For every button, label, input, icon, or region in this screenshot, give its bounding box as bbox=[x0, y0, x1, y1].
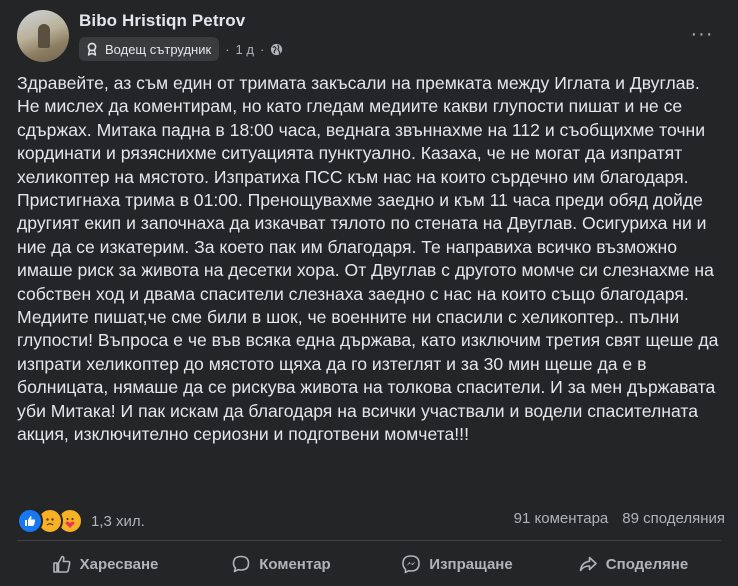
comment-label: Коментар bbox=[259, 555, 331, 573]
meta-separator: · bbox=[225, 41, 230, 57]
more-options-button[interactable]: ··· bbox=[684, 18, 720, 50]
send-label: Изпращане bbox=[429, 555, 513, 573]
share-count[interactable]: 89 споделяния bbox=[622, 510, 725, 527]
post-actions: Харесване Коментар Изпращане Споделяне bbox=[17, 545, 721, 583]
meta-separator-2: · bbox=[259, 41, 265, 57]
like-label: Харесване bbox=[79, 555, 159, 573]
share-label: Споделяне bbox=[605, 555, 689, 573]
comment-icon bbox=[231, 554, 251, 574]
badge-label: Водещ сътрудник bbox=[105, 41, 212, 57]
globe-icon[interactable] bbox=[270, 43, 283, 56]
author-name[interactable]: Bibo Hristiqn Petrov bbox=[79, 11, 245, 31]
thumbs-up-icon bbox=[52, 554, 72, 574]
like-button[interactable]: Харесване bbox=[17, 545, 193, 583]
post-time[interactable]: 1 д bbox=[236, 42, 254, 57]
reactions-summary[interactable]: 1,3 хил. bbox=[17, 508, 145, 534]
send-button[interactable]: Изпращане bbox=[369, 545, 545, 583]
like-icon bbox=[17, 508, 43, 534]
comment-button[interactable]: Коментар bbox=[193, 545, 369, 583]
contributor-badge[interactable]: Водещ сътрудник bbox=[79, 37, 220, 61]
author-avatar[interactable] bbox=[17, 10, 69, 62]
comment-count[interactable]: 91 коментара bbox=[514, 510, 609, 527]
messenger-icon bbox=[401, 554, 421, 574]
actions-divider bbox=[17, 540, 721, 541]
badge-icon bbox=[85, 42, 99, 56]
post-header: Bibo Hristiqn Petrov Водещ сътрудник · 1… bbox=[0, 0, 738, 70]
post-text: Здравейте, аз съм един от тримата закъса… bbox=[17, 73, 719, 445]
post-stats: 1,3 хил. 91 коментара 89 споделяния bbox=[17, 508, 725, 534]
post-meta: Водещ сътрудник · 1 д · bbox=[79, 37, 283, 61]
reaction-count[interactable]: 1,3 хил. bbox=[91, 513, 145, 530]
share-icon bbox=[578, 554, 598, 574]
engagement-counts: 91 коментара 89 споделяния bbox=[514, 510, 725, 527]
share-button[interactable]: Споделяне bbox=[545, 545, 721, 583]
